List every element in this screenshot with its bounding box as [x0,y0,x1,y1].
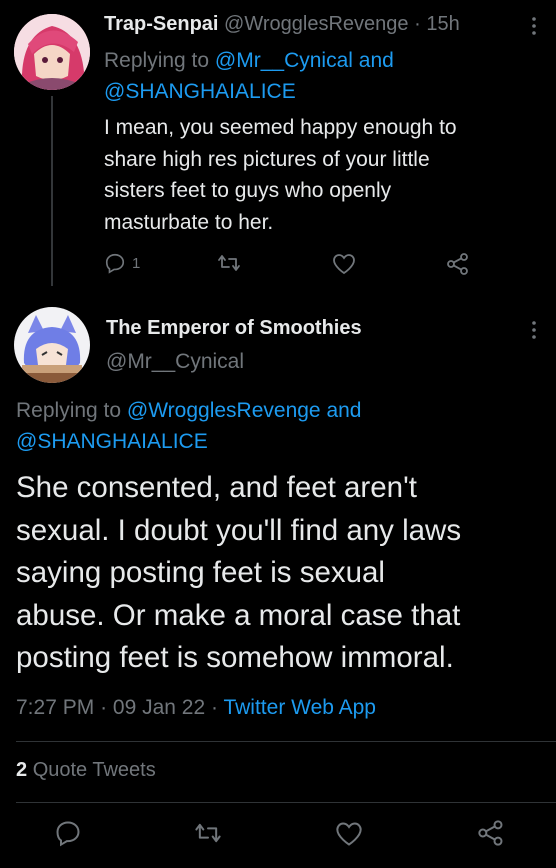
share-icon [446,252,470,276]
like-icon [335,821,363,847]
reply-mention-and[interactable]: and [359,49,394,72]
share-icon [477,819,505,847]
reply-line: I mean, you seemed happy enough to [104,116,457,139]
avatar-emperor-of-smoothies[interactable] [14,307,90,383]
tweet-date[interactable]: 09 Jan 22 [113,696,205,719]
reply-mention-shanghaialice[interactable]: @SHANGHAIALICE [104,80,296,103]
main-handle[interactable]: @Mr__Cynical [106,348,244,376]
main-replying-to: Replying to @WrogglesRevenge and @SHANGH… [16,395,536,457]
reply-count: 1 [132,254,141,272]
main-reply-button[interactable] [54,819,82,847]
reply-share-button[interactable] [446,252,470,276]
quote-tweets-link[interactable]: 2 Quote Tweets [16,756,156,784]
dot-separator: · [211,696,218,719]
reply-reply-button[interactable]: 1 [104,252,140,274]
main-replying-prefix: Replying to [16,399,122,422]
quote-label: Quote Tweets [32,759,156,781]
main-mention-and[interactable]: and [326,399,361,422]
reply-icon [54,819,82,847]
main-retweet-button[interactable] [194,820,222,846]
reply-icon [104,252,126,274]
reply-separator: · [414,13,421,35]
main-share-button[interactable] [477,819,505,847]
reply-retweet-button[interactable] [217,252,241,274]
divider [16,741,556,742]
reply-mention-mr-cynical[interactable]: @Mr__Cynical [215,49,353,72]
reply-more-icon[interactable] [527,16,541,36]
main-line: sexual. I doubt you'll find any laws [16,513,462,547]
tweet-time[interactable]: 7:27 PM [16,696,94,719]
tweet-timestamp-row: 7:27 PM · 09 Jan 22 · Twitter Web App [16,694,376,722]
main-mention-shanghaialice[interactable]: @SHANGHAIALICE [16,430,208,453]
main-line: abuse. Or make a moral case that [16,598,461,632]
reply-handle[interactable]: @WrogglesRevenge [224,13,408,35]
main-mention-wroggles[interactable]: @WrogglesRevenge [127,399,321,422]
reply-time[interactable]: 15h [426,13,459,35]
main-more-icon[interactable] [527,320,541,340]
reply-like-button[interactable] [332,253,356,275]
main-display-name[interactable]: The Emperor of Smoothies [106,314,362,342]
like-icon [332,253,356,275]
reply-replying-prefix: Replying to [104,49,210,72]
main-like-button[interactable] [335,821,363,847]
reply-replying-to: Replying to @Mr__Cynical and @SHANGHAIAL… [104,45,534,107]
reply-line: sisters feet to guys who openly [104,179,392,202]
reply-body: I mean, you seemed happy enough to share… [104,112,544,238]
main-tweet-body: She consented, and feet aren't sexual. I… [16,467,552,680]
main-line: posting feet is somehow immoral. [16,641,454,674]
retweet-icon [217,252,241,274]
thread-line [51,96,53,286]
main-line: She consented, and feet aren't [16,471,417,504]
avatar-trap-senpai[interactable] [14,14,90,90]
reply-display-name[interactable]: Trap-Senpai [104,13,218,35]
tweet-client-link[interactable]: Twitter Web App [223,696,376,719]
main-line: saying posting feet is sexual [16,556,385,589]
divider [16,802,556,803]
reply-line: share high res pictures of your little [104,147,430,171]
dot-separator: · [100,696,108,719]
quote-count: 2 [16,759,28,781]
reply-line: masturbate to her. [104,210,274,234]
retweet-icon [194,820,222,846]
reply-header: Trap-Senpai @WrogglesRevenge · 15h [104,11,460,37]
